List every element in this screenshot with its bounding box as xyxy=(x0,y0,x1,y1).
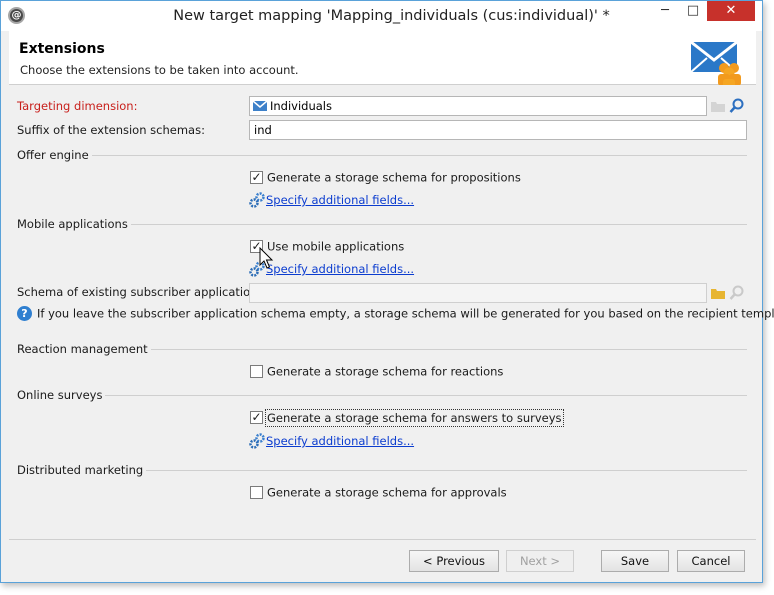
next-button[interactable]: Next > xyxy=(506,550,574,572)
section-divider xyxy=(17,155,747,156)
surveys-checkbox-label: Generate a storage schema for answers to… xyxy=(265,408,564,427)
page-subtitle: Choose the extensions to be taken into a… xyxy=(20,63,299,77)
minimize-button[interactable]: ─ xyxy=(651,1,679,21)
checkbox-box[interactable]: ✓ xyxy=(250,411,263,424)
subscriber-schema-label: Schema of existing subscriber applicatio… xyxy=(17,285,268,299)
wizard-footer: < Previous Next > Save Cancel xyxy=(9,539,756,576)
extensions-envelope-icon xyxy=(690,40,741,88)
mouse-cursor-icon xyxy=(259,247,274,269)
surveys-label: Online surveys xyxy=(17,388,106,402)
approvals-checkbox-label: Generate a storage schema for approvals xyxy=(267,485,507,500)
wizard-content: Targeting dimension: Individuals Suffix … xyxy=(9,85,774,539)
subscriber-schema-info-text: If you leave the subscriber application … xyxy=(37,306,774,321)
targeting-dimension-value: Individuals xyxy=(270,99,332,113)
offer-specify-fields-text[interactable]: Specify additional fields... xyxy=(266,193,414,207)
cancel-button[interactable]: Cancel xyxy=(677,550,745,572)
approvals-checkbox[interactable]: Generate a storage schema for approvals xyxy=(250,485,507,501)
previous-button[interactable]: < Previous xyxy=(409,550,499,572)
suffix-input[interactable]: ind xyxy=(249,120,747,140)
mobile-checkbox-label: Use mobile applications xyxy=(267,239,405,254)
close-button[interactable]: ✕ xyxy=(707,1,755,21)
reaction-label: Reaction management xyxy=(17,342,151,356)
gear-icon xyxy=(249,433,265,449)
offer-engine-section: Offer engine xyxy=(17,148,747,162)
suffix-label: Suffix of the extension schemas: xyxy=(17,123,205,137)
maximize-button[interactable]: □ xyxy=(679,1,707,21)
wizard-header: Extensions Choose the extensions to be t… xyxy=(9,31,756,88)
checkbox-box[interactable] xyxy=(250,486,263,499)
section-divider xyxy=(17,395,747,396)
mobile-label: Mobile applications xyxy=(17,217,131,231)
distributed-section: Distributed marketing xyxy=(17,463,747,477)
offer-specify-fields-link[interactable]: Specify additional fields... xyxy=(249,192,414,208)
offer-engine-label: Offer engine xyxy=(17,148,92,162)
gear-icon xyxy=(249,192,265,208)
reactions-checkbox[interactable]: Generate a storage schema for reactions xyxy=(250,364,503,380)
reaction-section: Reaction management xyxy=(17,342,747,356)
dialog-window: @ New target mapping 'Mapping_individual… xyxy=(0,0,774,583)
help-icon: ? xyxy=(17,306,32,321)
save-button[interactable]: Save xyxy=(601,550,669,572)
page-title: Extensions xyxy=(19,41,105,57)
checkbox-box[interactable]: ✓ xyxy=(250,171,263,184)
search-icon xyxy=(729,285,744,300)
subscriber-schema-info: ? If you leave the subscriber application… xyxy=(17,306,774,321)
surveys-checkbox[interactable]: ✓ Generate a storage schema for answers t… xyxy=(250,408,564,427)
surveys-specify-fields-link[interactable]: Specify additional fields... xyxy=(249,433,414,449)
mobile-specify-fields-text[interactable]: Specify additional fields... xyxy=(266,262,414,276)
targeting-dimension-label: Targeting dimension: xyxy=(17,99,138,113)
mobile-section: Mobile applications xyxy=(17,217,747,231)
propositions-checkbox-label: Generate a storage schema for propositio… xyxy=(267,170,521,185)
search-icon[interactable] xyxy=(729,98,745,114)
folder-icon[interactable] xyxy=(710,285,726,301)
surveys-specify-fields-text[interactable]: Specify additional fields... xyxy=(266,434,414,448)
propositions-checkbox[interactable]: ✓ Generate a storage schema for propositi… xyxy=(250,170,521,186)
folder-icon[interactable] xyxy=(710,98,726,114)
checkbox-box[interactable] xyxy=(250,365,263,378)
subscriber-schema-field[interactable] xyxy=(249,283,707,303)
dimension-icon xyxy=(252,100,268,111)
reactions-checkbox-label: Generate a storage schema for reactions xyxy=(267,364,504,379)
targeting-dimension-field[interactable]: Individuals xyxy=(249,96,707,116)
surveys-section: Online surveys xyxy=(17,388,747,402)
distributed-label: Distributed marketing xyxy=(17,463,147,477)
window-title: New target mapping 'Mapping_individuals … xyxy=(173,8,610,24)
title-bar[interactable]: @ New target mapping 'Mapping_individual… xyxy=(1,1,762,31)
